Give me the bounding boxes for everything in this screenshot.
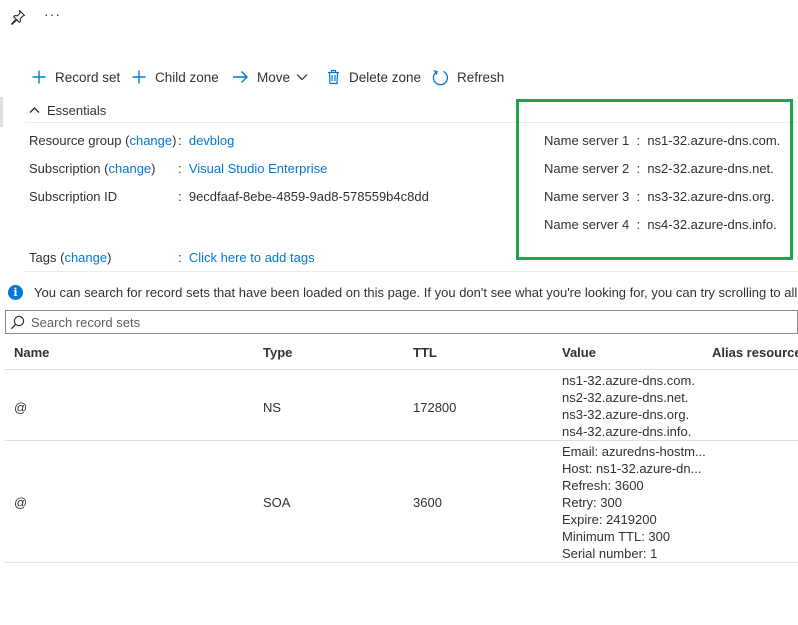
tags-row: Tags (change)	[29, 250, 112, 265]
record-value-line: Email: azuredns-hostm...	[562, 444, 706, 459]
resource-group-value-row: : devblog	[178, 133, 235, 148]
resource-group-label: Resource group	[29, 133, 122, 148]
trash-icon	[328, 69, 339, 85]
record-name[interactable]: @	[14, 495, 27, 510]
search-input[interactable]: Search record sets	[5, 310, 798, 334]
column-header-alias-resource[interactable]: Alias resource	[712, 345, 798, 360]
subscription-row: Subscription (change)	[29, 161, 156, 176]
record-value-line: ns1-32.azure-dns.com.	[562, 373, 695, 388]
subscription-value-row: : Visual Studio Enterprise	[178, 161, 328, 176]
info-text: You can search for record sets that have…	[34, 284, 798, 300]
row-divider	[5, 562, 798, 563]
record-name[interactable]: @	[14, 400, 27, 415]
arrow-right-icon	[233, 71, 248, 83]
essentials-bottom-divider	[25, 271, 798, 272]
essentials-title: Essentials	[47, 102, 107, 118]
column-header-ttl[interactable]: TTL	[413, 345, 437, 360]
move-button[interactable]: Move	[232, 64, 308, 90]
more-options-button[interactable]: ···	[44, 6, 61, 22]
resource-group-row: Resource group (change)	[29, 133, 177, 148]
pin-icon[interactable]	[10, 9, 26, 25]
row-divider	[5, 440, 798, 441]
tags-change-link[interactable]: change	[64, 250, 107, 265]
header-divider	[5, 369, 798, 370]
subscription-change-link[interactable]: change	[109, 161, 152, 176]
record-value-line: Retry: 300	[562, 495, 622, 510]
name-servers-highlight	[516, 99, 793, 260]
plus-icon	[32, 70, 46, 84]
record-value-line: ns4-32.azure-dns.info.	[562, 424, 692, 439]
resource-group-value[interactable]: devblog	[189, 133, 235, 148]
info-icon: i	[8, 284, 23, 300]
column-header-value[interactable]: Value	[562, 345, 596, 360]
plus-icon	[132, 70, 146, 84]
essentials-toggle[interactable]: Essentials	[29, 100, 106, 120]
subscription-id-value-row: : 9ecdfaaf-8ebe-4859-9ad8-578559b4c8dd	[178, 189, 429, 204]
subscription-value[interactable]: Visual Studio Enterprise	[189, 161, 328, 176]
subscription-id-row: Subscription ID	[29, 188, 117, 206]
search-placeholder: Search record sets	[31, 314, 141, 330]
record-ttl: 172800	[413, 400, 457, 415]
subscription-label: Subscription	[29, 161, 101, 176]
record-value-line: Expire: 2419200	[562, 512, 657, 527]
panel-edge	[0, 97, 3, 127]
refresh-button[interactable]: Refresh	[432, 64, 504, 90]
record-value-line: Host: ns1-32.azure-dn...	[562, 461, 702, 476]
record-value: Email: azuredns-hostm... Host: ns1-32.az…	[562, 443, 706, 562]
delete-zone-button[interactable]: Delete zone	[326, 64, 421, 90]
search-icon	[10, 315, 25, 329]
tags-value-row: : Click here to add tags	[178, 250, 315, 265]
record-type: NS	[263, 400, 282, 415]
refresh-label: Refresh	[457, 69, 505, 85]
chevron-down-icon	[296, 74, 308, 81]
info-message: i You can search for record sets that ha…	[8, 283, 798, 301]
record-value: ns1-32.azure-dns.com. ns2-32.azure-dns.n…	[562, 372, 695, 440]
record-ttl: 3600	[413, 495, 442, 510]
add-child-zone-button[interactable]: Child zone	[131, 64, 219, 90]
move-label: Move	[257, 69, 291, 85]
top-bar: ···	[0, 0, 798, 36]
add-child-zone-label: Child zone	[155, 69, 219, 85]
refresh-icon	[432, 69, 449, 85]
resource-group-change-link[interactable]: change	[129, 133, 172, 148]
column-header-type[interactable]: Type	[263, 345, 292, 360]
add-record-set-label: Record set	[55, 69, 121, 85]
delete-zone-label: Delete zone	[349, 69, 422, 85]
record-value-line: ns2-32.azure-dns.net.	[562, 390, 689, 405]
column-header-name[interactable]: Name	[14, 345, 49, 360]
command-bar: Record set Child zone Move Delete zone R…	[0, 64, 798, 90]
chevron-up-icon	[29, 107, 40, 113]
record-value-line: ns3-32.azure-dns.org.	[562, 407, 690, 422]
record-value-line: Refresh: 3600	[562, 478, 644, 493]
record-type: SOA	[263, 495, 291, 510]
subscription-id-label: Subscription ID	[29, 189, 118, 204]
record-value-line: Serial number: 1	[562, 546, 658, 561]
add-tags-link[interactable]: Click here to add tags	[189, 250, 315, 265]
tags-label: Tags	[29, 250, 57, 265]
subscription-id-value: 9ecdfaaf-8ebe-4859-9ad8-578559b4c8dd	[188, 189, 429, 204]
record-value-line: Minimum TTL: 300	[562, 529, 671, 544]
add-record-set-button[interactable]: Record set	[31, 64, 120, 90]
